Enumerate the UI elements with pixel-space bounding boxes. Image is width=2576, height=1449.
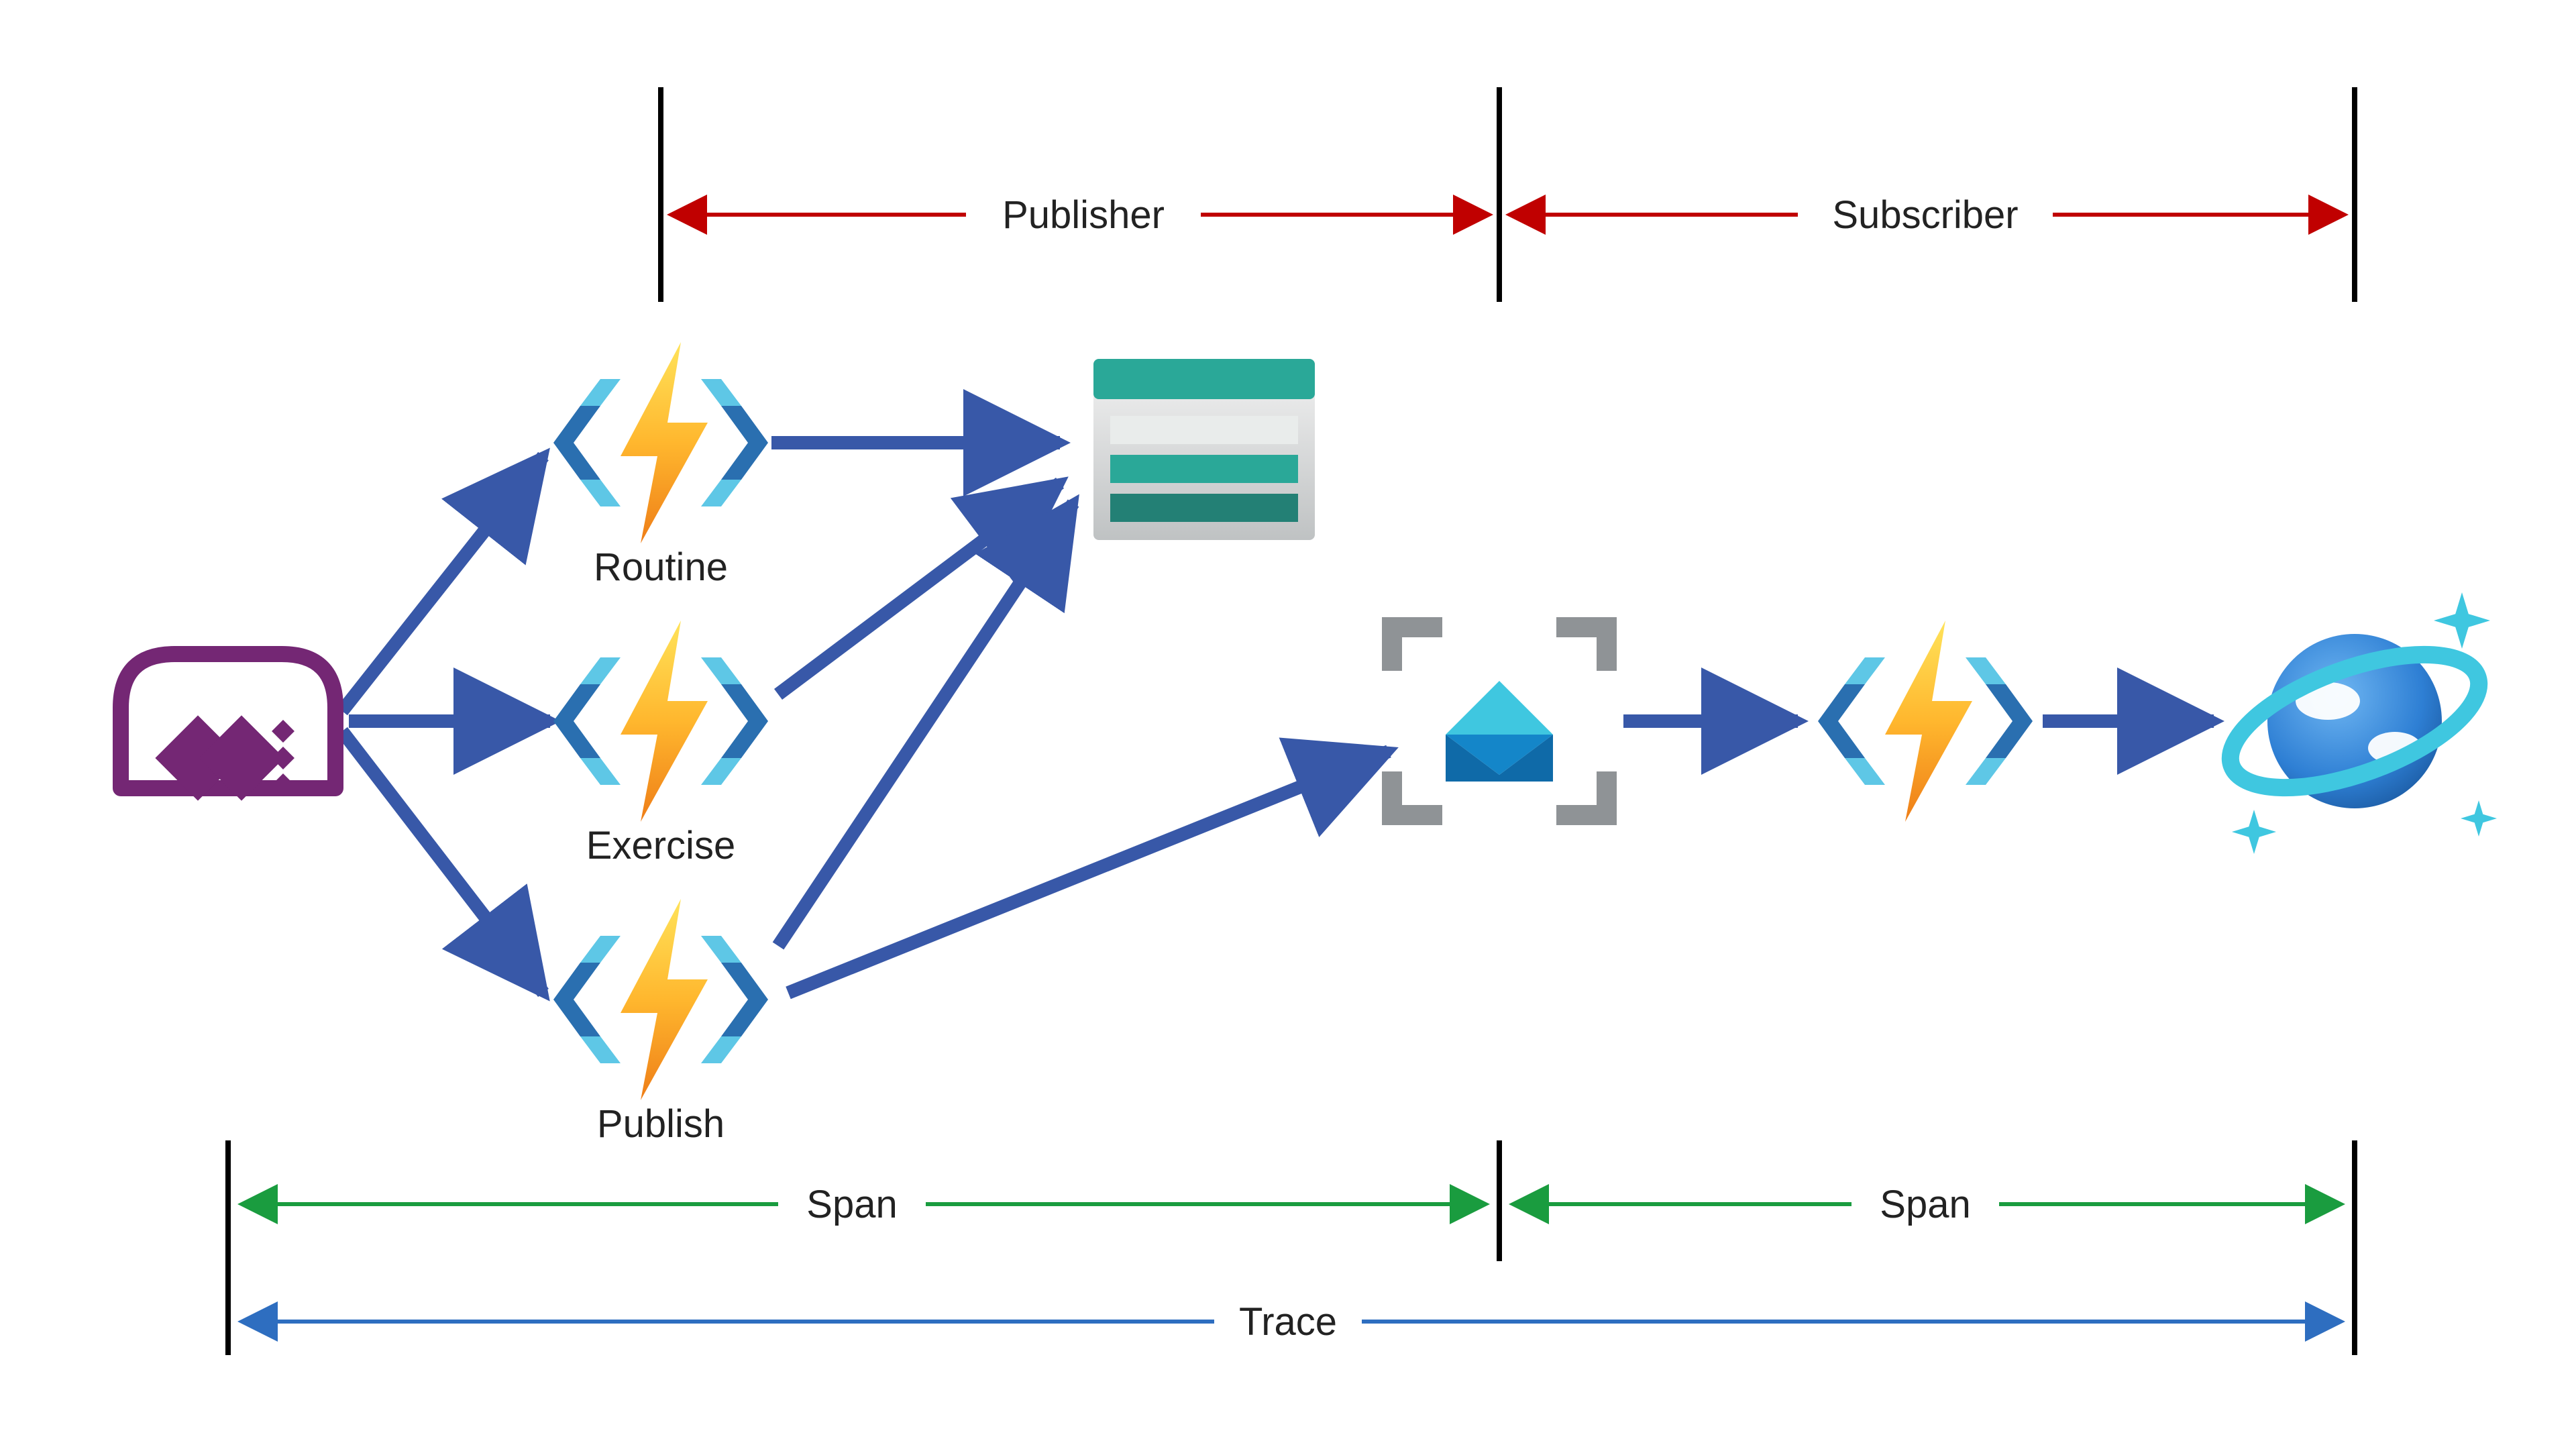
span2-label: Span bbox=[1880, 1183, 1970, 1226]
diagram-canvas: Publisher Subscriber Routine Exercise Pu… bbox=[0, 0, 2576, 1449]
publisher-label: Publisher bbox=[1002, 193, 1165, 237]
cosmos-db-icon bbox=[2214, 592, 2497, 854]
function-publish: Publish bbox=[553, 899, 768, 1146]
trace-label: Trace bbox=[1239, 1300, 1337, 1344]
subscriber-label: Subscriber bbox=[1832, 193, 2018, 237]
service-bus-icon bbox=[1392, 627, 1607, 815]
top-dimension: Publisher Subscriber bbox=[661, 87, 2355, 302]
function-routine: Routine bbox=[553, 342, 768, 589]
function-subscriber bbox=[1818, 621, 2033, 822]
function-exercise: Exercise bbox=[553, 621, 768, 867]
function-publish-label: Publish bbox=[597, 1102, 724, 1146]
function-routine-label: Routine bbox=[594, 545, 728, 589]
bottom-dimension: Span Span Trace bbox=[228, 1140, 2355, 1355]
source-icon bbox=[121, 654, 335, 801]
function-exercise-label: Exercise bbox=[586, 824, 735, 867]
storage-table-icon bbox=[1093, 359, 1315, 540]
span1-label: Span bbox=[806, 1183, 897, 1226]
